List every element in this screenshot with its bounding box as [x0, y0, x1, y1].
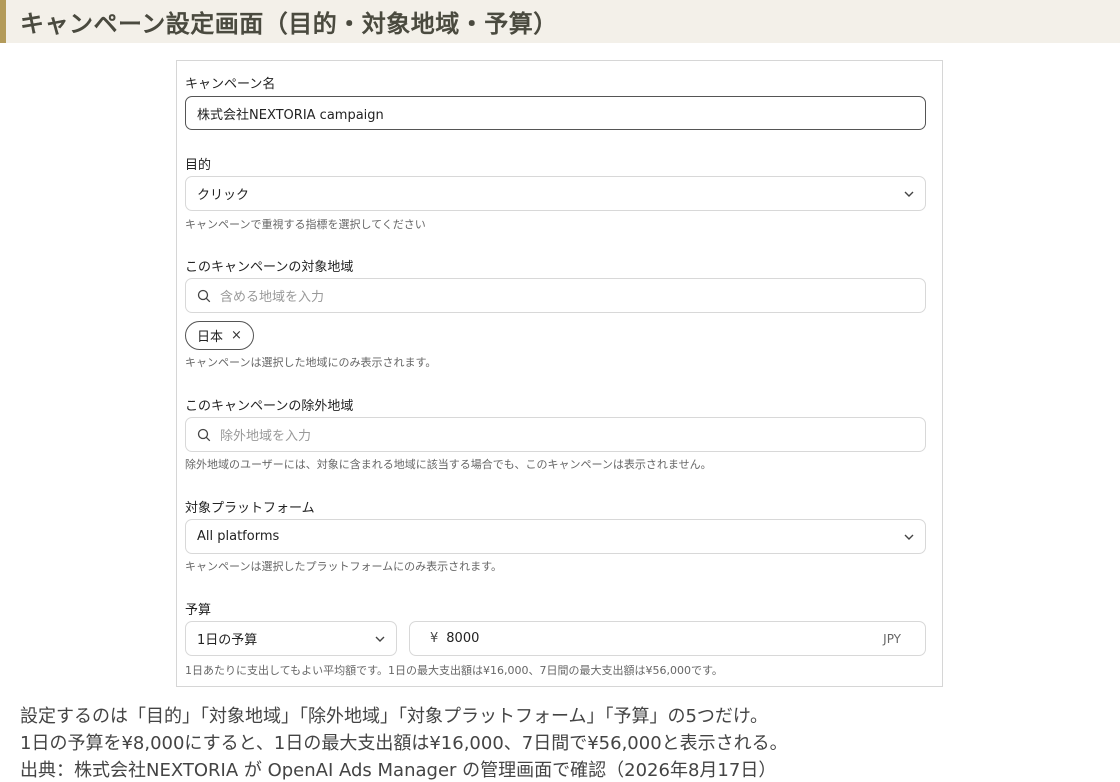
objective-help: キャンペーンで重視する指標を選択してください: [185, 218, 426, 231]
currency-code: JPY: [883, 631, 901, 646]
campaign-name-input[interactable]: 株式会社NEXTORIA campaign: [185, 96, 926, 130]
target-region-search-input[interactable]: 含める地域を入力: [185, 278, 926, 313]
budget-type-select[interactable]: 1日の予算: [185, 621, 397, 656]
budget-help: 1日あたりに支出してもよい平均額です。1日の最大支出額は¥16,000、7日間の…: [185, 664, 723, 677]
notes: 設定するのは「目的」「対象地域」「除外地域」「対象プラットフォーム」「予算」の5…: [20, 703, 788, 782]
note-line: 設定するのは「目的」「対象地域」「除外地域」「対象プラットフォーム」「予算」の5…: [20, 706, 769, 727]
excluded-region-label: このキャンペーンの除外地域: [185, 399, 354, 414]
target-region-placeholder: 含める地域を入力: [220, 290, 325, 305]
note-source: 出典：株式会社NEXTORIA が OpenAI Ads Manager の管理…: [20, 760, 777, 781]
campaign-name-value: 株式会社NEXTORIA campaign: [197, 107, 384, 123]
platform-select[interactable]: All platforms: [185, 519, 926, 554]
page-title: キャンペーン設定画面（目的・対象地域・予算）: [20, 10, 558, 38]
budget-amount-input[interactable]: ¥ 8000 JPY: [409, 621, 926, 656]
close-icon[interactable]: ×: [231, 328, 242, 343]
search-icon: [197, 289, 211, 302]
platform-help: キャンペーンは選択したプラットフォームにのみ表示されます。: [185, 560, 503, 573]
chevron-down-icon: [904, 534, 914, 540]
objective-value: クリック: [197, 188, 250, 203]
platform-value: All platforms: [197, 529, 280, 544]
region-chip-label: 日本: [197, 330, 224, 345]
region-chip-japan: 日本 ×: [185, 321, 254, 350]
target-region-help: キャンペーンは選択した地域にのみ表示されます。: [185, 356, 437, 369]
search-icon: [197, 428, 211, 441]
budget-amount-value: 8000: [446, 631, 480, 646]
campaign-name-label: キャンペーン名: [185, 77, 276, 92]
page-header: キャンペーン設定画面（目的・対象地域・予算）: [0, 0, 1120, 43]
objective-label: 目的: [185, 158, 212, 173]
note-line: 1日の予算を¥8,000にすると、1日の最大支出額は¥16,000、7日間で¥5…: [20, 733, 788, 754]
budget-type-value: 1日の予算: [197, 633, 258, 648]
platform-label: 対象プラットフォーム: [185, 501, 315, 516]
excluded-region-search-input[interactable]: 除外地域を入力: [185, 417, 926, 452]
objective-select[interactable]: クリック: [185, 176, 926, 211]
campaign-settings-panel: キャンペーン名 株式会社NEXTORIA campaign 目的 クリック キャ…: [176, 60, 943, 687]
excluded-region-help: 除外地域のユーザーには、対象に含まれる地域に該当する場合でも、このキャンペーンは…: [185, 458, 712, 471]
excluded-region-placeholder: 除外地域を入力: [220, 429, 312, 444]
currency-symbol: ¥: [430, 631, 439, 646]
budget-label: 予算: [185, 603, 212, 618]
chevron-down-icon: [375, 636, 385, 642]
target-region-label: このキャンペーンの対象地域: [185, 260, 354, 275]
chevron-down-icon: [904, 191, 914, 197]
